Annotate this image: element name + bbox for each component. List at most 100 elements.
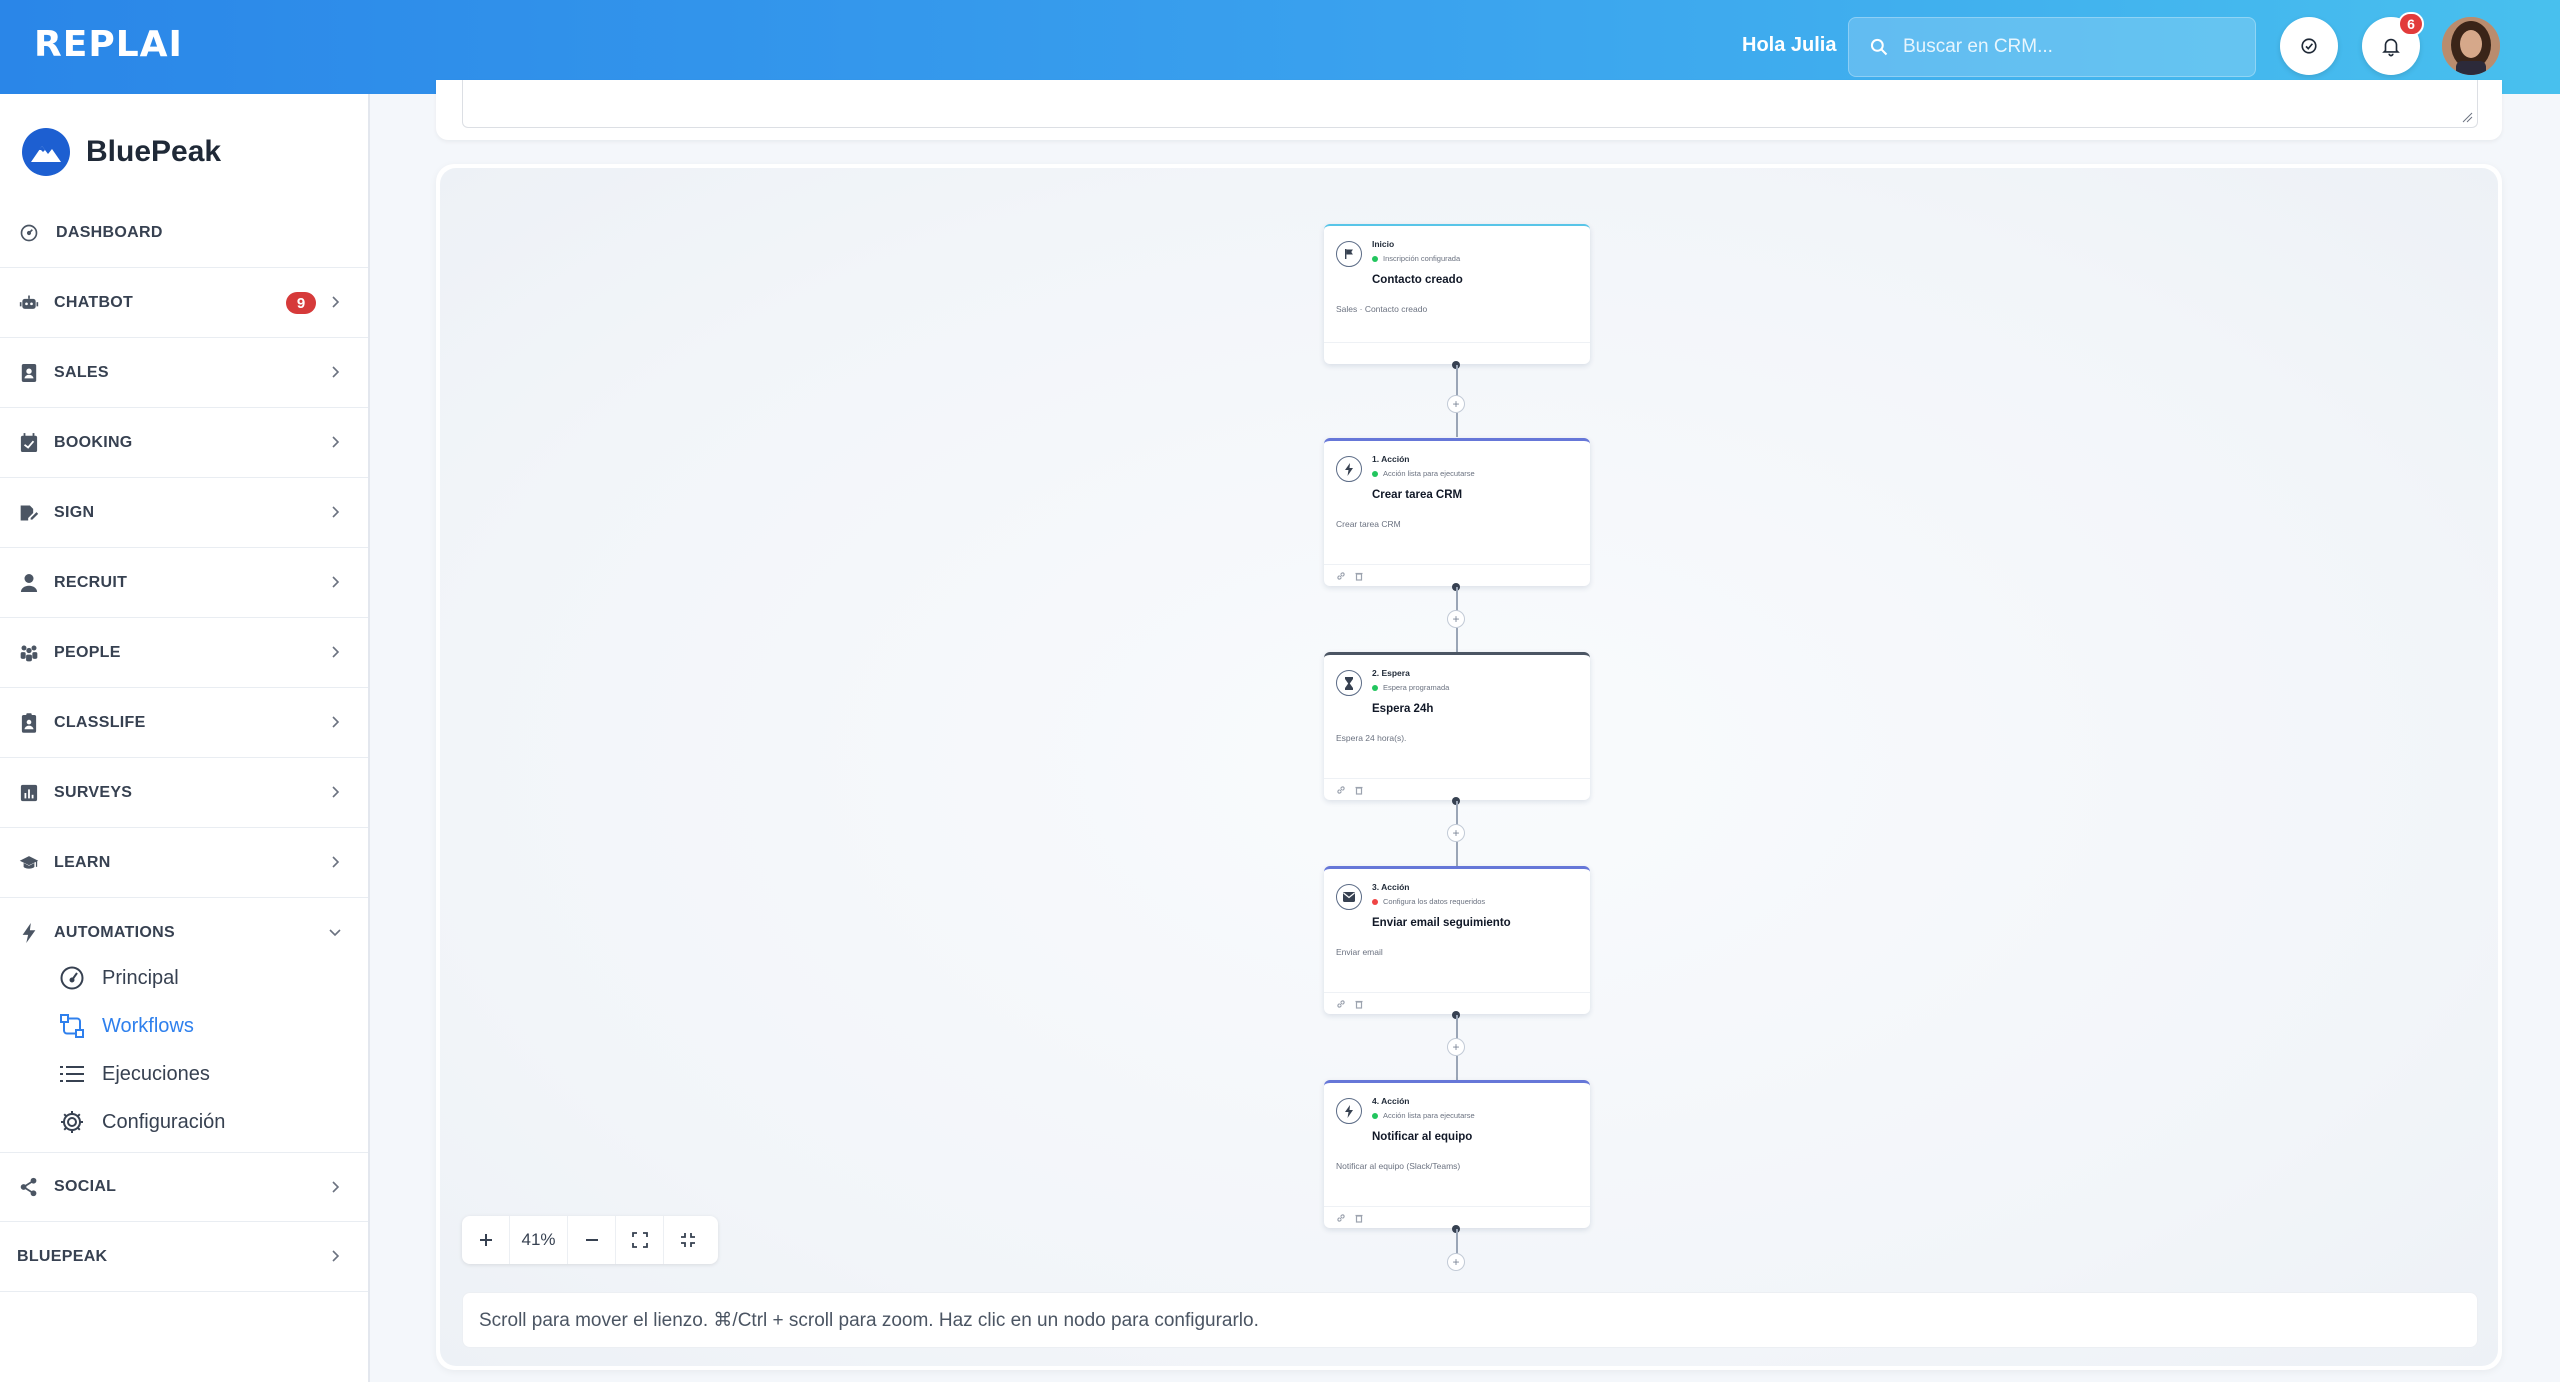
fit-view-button[interactable] — [616, 1216, 664, 1264]
add-step-button[interactable]: + — [1447, 610, 1465, 628]
zoom-in-button[interactable] — [462, 1216, 510, 1264]
sidebar-item-learn[interactable]: LEARN — [0, 828, 368, 898]
sidebar-item-label: SURVEYS — [54, 783, 133, 801]
sidebar-item-automations[interactable]: AUTOMATIONS — [0, 898, 368, 968]
sidebar-item-classlife[interactable]: CLASSLIFE — [0, 688, 368, 758]
link-icon[interactable] — [1336, 785, 1346, 795]
node-description: Espera 24 hora(s). — [1336, 733, 1407, 743]
node-status: Configura los datos requeridos — [1372, 897, 1485, 906]
add-step-button[interactable]: + — [1447, 824, 1465, 842]
node-status-text: Inscripción configurada — [1383, 254, 1461, 263]
email-icon — [1336, 884, 1362, 910]
add-step-button[interactable]: + — [1447, 1253, 1465, 1271]
list-icon — [58, 1060, 86, 1088]
connector-line — [1456, 801, 1458, 826]
zoom-out-button[interactable] — [568, 1216, 616, 1264]
sidebar: BluePeak DASHBOARD CHATBOT 9 SALES BOOKI… — [0, 94, 370, 1382]
sidebar-subitem-label: Principal — [102, 966, 179, 989]
trash-icon[interactable] — [1354, 999, 1364, 1009]
sidebar-item-label: CHATBOT — [54, 293, 134, 311]
add-step-button[interactable]: + — [1447, 1038, 1465, 1056]
bolt-icon — [19, 923, 39, 943]
bolt-icon — [1336, 456, 1362, 482]
sidebar-item-social[interactable]: SOCIAL — [0, 1152, 368, 1222]
trash-icon[interactable] — [1354, 785, 1364, 795]
status-dot — [1372, 470, 1378, 477]
sidebar-item-surveys[interactable]: SURVEYS — [0, 758, 368, 828]
minus-icon — [585, 1239, 598, 1241]
node-type: 2. Espera — [1372, 668, 1410, 678]
avatar[interactable] — [2442, 17, 2500, 75]
plus-icon — [479, 1234, 492, 1246]
chevron-right-icon — [332, 1250, 340, 1262]
search-icon — [1870, 38, 1888, 56]
sidebar-item-booking[interactable]: BOOKING — [0, 408, 368, 478]
canvas-help-text: Scroll para mover el lienzo. ⌘/Ctrl + sc… — [462, 1292, 2478, 1348]
add-step-button[interactable]: + — [1447, 395, 1465, 413]
contacts-icon — [19, 363, 39, 383]
sidebar-subitem-configuracion[interactable]: Configuración — [58, 1102, 225, 1142]
id-badge-icon — [19, 712, 39, 733]
status-button[interactable] — [2280, 17, 2338, 75]
workflow-node-action-4[interactable]: 4. Acción Acción lista para ejecutarse N… — [1324, 1080, 1590, 1228]
description-textarea[interactable] — [462, 80, 2478, 128]
sidebar-item-recruit[interactable]: RECRUIT — [0, 548, 368, 618]
sidebar-item-sales[interactable]: SALES — [0, 338, 368, 408]
chevron-right-icon — [332, 366, 340, 378]
zoom-controls: 41% — [462, 1216, 718, 1264]
connector-line — [1456, 413, 1458, 437]
chatbot-count-badge: 9 — [286, 292, 316, 314]
brand[interactable]: BluePeak — [22, 128, 221, 176]
chevron-right-icon — [332, 296, 340, 308]
sidebar-item-sign[interactable]: SIGN — [0, 478, 368, 548]
sidebar-item-people[interactable]: PEOPLE — [0, 618, 368, 688]
link-icon[interactable] — [1336, 999, 1346, 1009]
user-avatar-image — [2442, 17, 2500, 75]
node-type: 4. Acción — [1372, 1096, 1410, 1106]
sidebar-subitem-label: Workflows — [102, 1014, 194, 1037]
status-dot — [1372, 898, 1378, 905]
node-title: Espera 24h — [1372, 703, 1434, 715]
workflow-icon — [58, 1012, 86, 1040]
chevron-right-icon — [332, 1181, 340, 1193]
sidebar-item-label: SALES — [54, 363, 109, 381]
share-icon — [19, 1177, 39, 1197]
sidebar-item-label: SOCIAL — [54, 1178, 117, 1195]
compress-button[interactable] — [664, 1216, 712, 1264]
workflow-node-wait-2[interactable]: 2. Espera Espera programada Espera 24h E… — [1324, 652, 1590, 800]
dashboard-icon — [19, 223, 39, 243]
check-circle-icon — [2301, 38, 2317, 54]
node-type: 1. Acción — [1372, 454, 1410, 464]
node-description: Notificar al equipo (Slack/Teams) — [1336, 1161, 1461, 1171]
workflow-node-action-3[interactable]: 3. Acción Configura los datos requeridos… — [1324, 866, 1590, 1014]
expand-icon — [631, 1232, 648, 1248]
sidebar-item-label: LEARN — [54, 853, 111, 871]
bell-icon — [2382, 38, 2400, 57]
status-dot — [1372, 1112, 1378, 1119]
link-icon[interactable] — [1336, 571, 1346, 581]
search-input[interactable] — [1903, 36, 2233, 58]
bolt-icon — [1336, 1098, 1362, 1124]
compress-icon — [681, 1233, 695, 1247]
sidebar-item-bluepeak[interactable]: BLUEPEAK — [0, 1222, 368, 1292]
link-icon[interactable] — [1336, 1213, 1346, 1223]
trash-icon[interactable] — [1354, 571, 1364, 581]
search-box[interactable] — [1848, 17, 2256, 77]
sidebar-subitem-principal[interactable]: Principal — [58, 958, 179, 998]
workflow-node-action-1[interactable]: 1. Acción Acción lista para ejecutarse C… — [1324, 438, 1590, 586]
connector-line — [1456, 1229, 1458, 1255]
resize-handle-icon[interactable] — [2461, 111, 2473, 123]
sidebar-subitem-workflows[interactable]: Workflows — [58, 1006, 194, 1046]
sidebar-subitem-ejecuciones[interactable]: Ejecuciones — [58, 1054, 210, 1094]
sidebar-item-dashboard[interactable]: DASHBOARD — [0, 198, 368, 268]
sidebar-item-chatbot[interactable]: CHATBOT 9 — [0, 268, 368, 338]
gauge-icon — [58, 964, 86, 992]
trash-icon[interactable] — [1354, 1213, 1364, 1223]
node-title: Enviar email seguimiento — [1372, 917, 1511, 929]
node-status-text: Configura los datos requeridos — [1383, 897, 1486, 906]
workflow-node-inicio[interactable]: Inicio Inscripción configurada Contacto … — [1324, 224, 1590, 364]
hourglass-icon — [1336, 670, 1362, 696]
workflow-canvas[interactable]: Inicio Inscripción configurada Contacto … — [440, 168, 2498, 1366]
chevron-right-icon — [332, 646, 340, 658]
app-logo[interactable]: REPLAI — [34, 24, 183, 65]
